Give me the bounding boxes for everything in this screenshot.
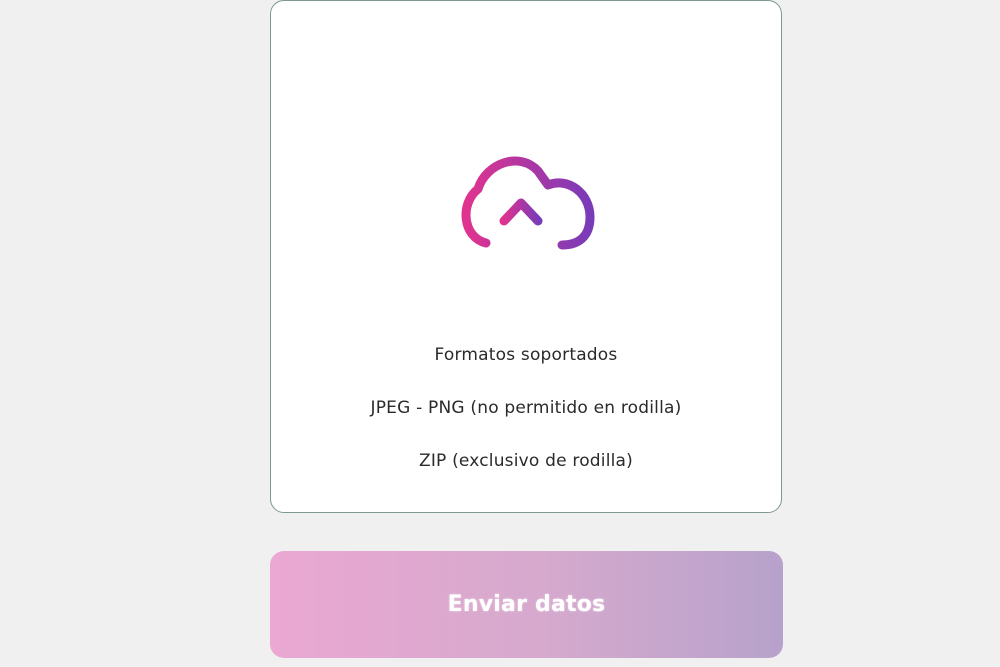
format-zip: ZIP (exclusivo de rodilla) <box>418 451 634 471</box>
send-data-button[interactable]: Enviar datos <box>270 551 783 658</box>
supported-formats-title: Formatos soportados <box>434 345 618 365</box>
upload-page: Formatos soportados JPEG - PNG (no permi… <box>0 0 1000 667</box>
format-jpeg-png: JPEG - PNG (no permitido en rodilla) <box>370 398 682 418</box>
cloud-upload-icon <box>461 156 595 260</box>
file-dropzone[interactable]: Formatos soportados JPEG - PNG (no permi… <box>270 0 782 513</box>
